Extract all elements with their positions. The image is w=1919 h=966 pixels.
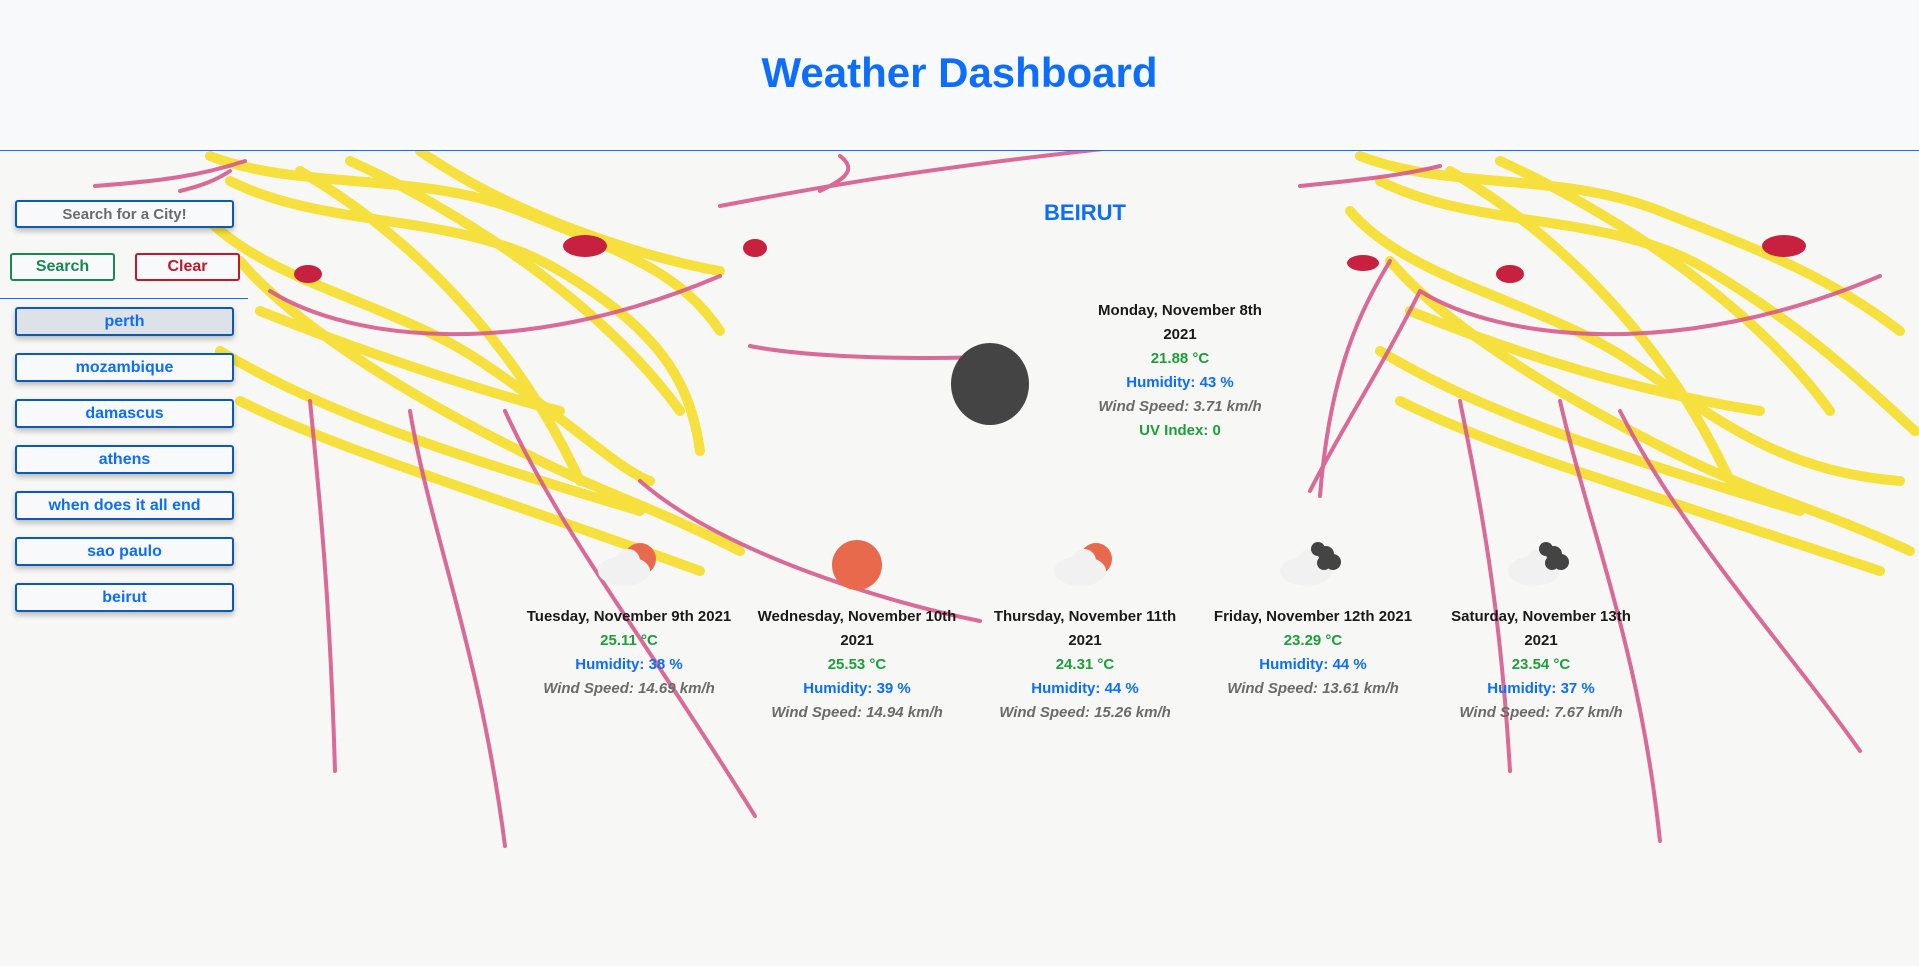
history-city-button[interactable]: beirut <box>15 583 234 612</box>
history-city-button[interactable]: athens <box>15 445 234 474</box>
city-search-input[interactable] <box>15 200 234 228</box>
app-header: Weather Dashboard <box>0 0 1919 151</box>
search-history-list: perth mozambique damascus athens when do… <box>15 307 234 629</box>
clear-button[interactable]: Clear <box>135 253 240 281</box>
history-city-button[interactable]: when does it all end <box>15 491 234 520</box>
history-city-button[interactable]: sao paulo <box>15 537 234 566</box>
sun-drawing-background <box>0 151 1919 966</box>
sidebar-divider <box>0 298 248 299</box>
search-button[interactable]: Search <box>10 253 115 281</box>
history-city-button[interactable]: mozambique <box>15 353 234 382</box>
history-city-button[interactable]: perth <box>15 307 234 336</box>
history-city-button[interactable]: damascus <box>15 399 234 428</box>
app-title: Weather Dashboard <box>761 49 1158 96</box>
